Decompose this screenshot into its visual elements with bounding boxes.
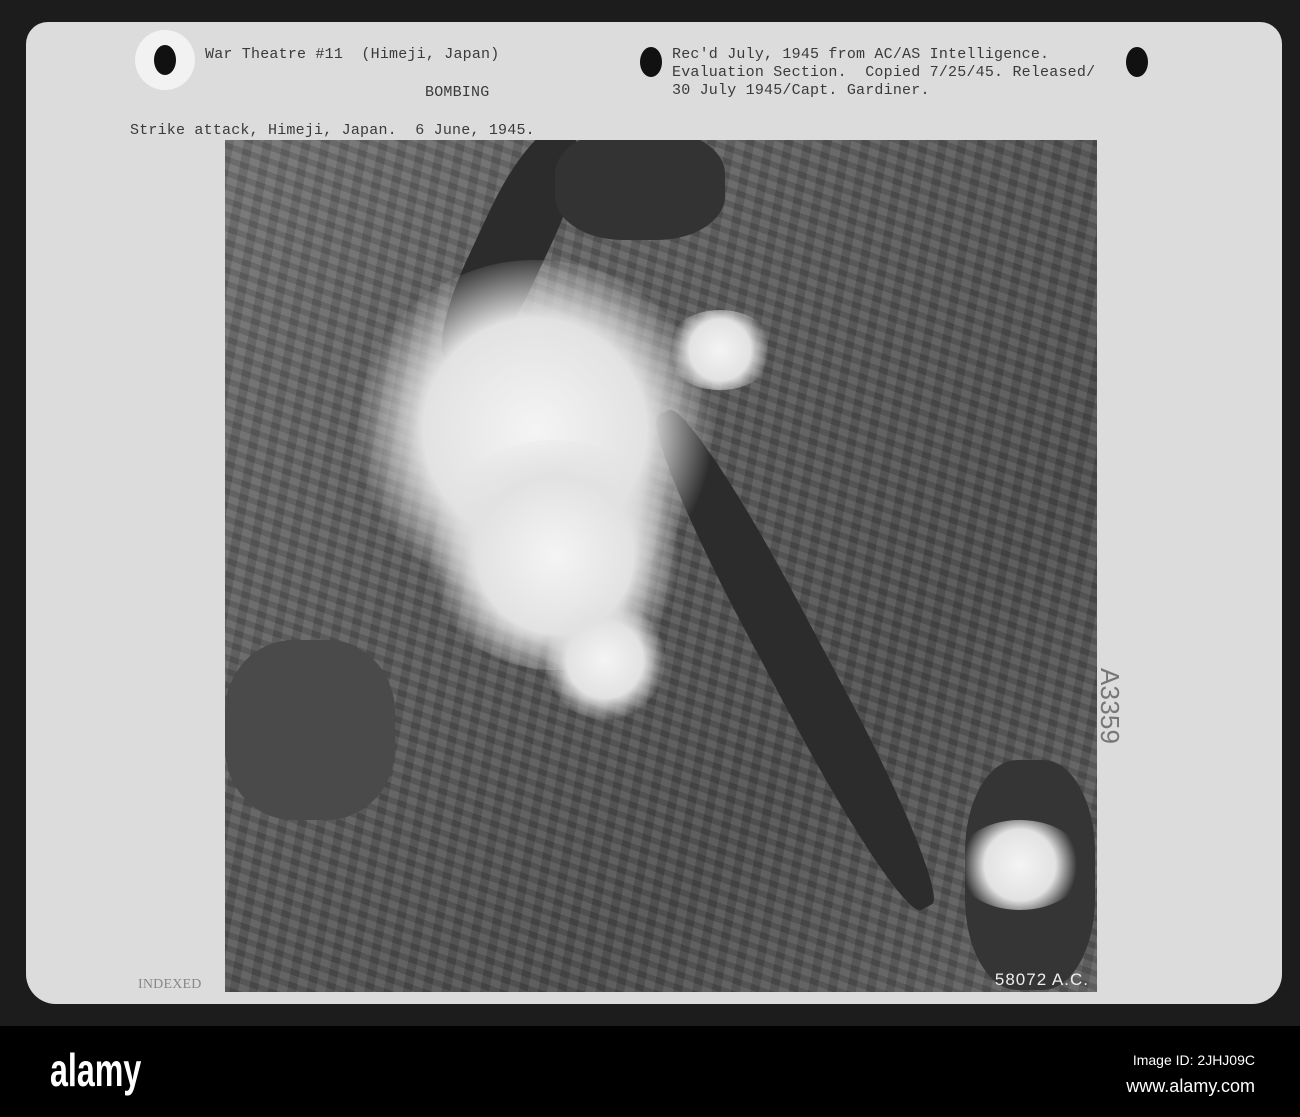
receipt-note-line-1: Rec'd July, 1945 from AC/AS Intelligence… — [672, 46, 1050, 63]
dark-smoke — [555, 140, 725, 240]
photo-caption: Strike attack, Himeji, Japan. 6 June, 19… — [130, 122, 535, 139]
site-url[interactable]: www.alamy.com — [1126, 1076, 1255, 1097]
footer-band — [0, 1026, 1300, 1117]
smoke-cloud — [545, 600, 665, 720]
handwritten-note: A3359 — [1095, 668, 1125, 745]
image-id: Image ID: 2JHJ09C — [1132, 1052, 1255, 1068]
category-label: BOMBING — [425, 84, 490, 101]
aerial-bombing-photo: 58072 A.C. — [225, 140, 1097, 992]
theatre-label: War Theatre #11 (Himeji, Japan) — [205, 46, 500, 63]
receipt-note-line-2: Evaluation Section. Copied 7/25/45. Rele… — [672, 64, 1096, 81]
alamy-logo: alamy — [50, 1044, 142, 1096]
punch-hole — [1126, 47, 1148, 77]
punch-hole — [154, 45, 176, 75]
smoke-cloud — [955, 820, 1085, 910]
receipt-note-line-3: 30 July 1945/Capt. Gardiner. — [672, 82, 930, 99]
photo-number: 58072 A.C. — [994, 970, 1089, 989]
smoke-cloud — [665, 310, 775, 390]
indexed-stamp: INDEXED — [138, 977, 202, 992]
punch-hole — [640, 47, 662, 77]
castle-grounds — [225, 640, 395, 820]
